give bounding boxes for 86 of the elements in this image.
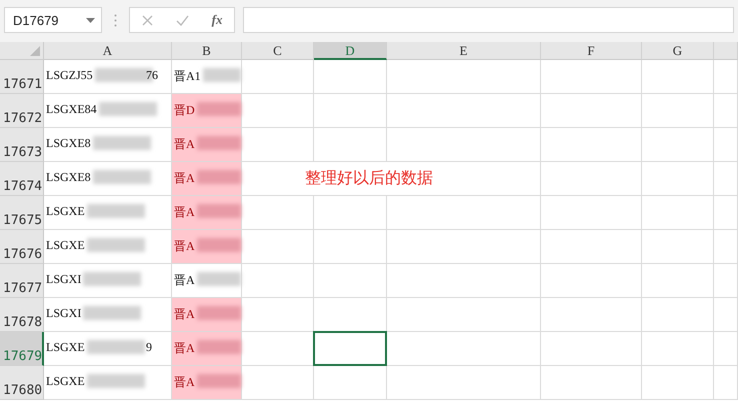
- column-header[interactable]: C: [242, 42, 314, 60]
- row-header[interactable]: 17676: [0, 230, 44, 264]
- caret-icon[interactable]: [86, 18, 95, 22]
- empty-cell: [642, 332, 714, 366]
- select-all-icon[interactable]: [30, 46, 40, 56]
- redaction-blur: [196, 306, 241, 320]
- annotation-text: 整理好以后的数据: [305, 168, 433, 189]
- table-cell: LSGXE8: [46, 136, 91, 151]
- redaction-blur: [196, 204, 241, 218]
- row-header[interactable]: 17673: [0, 128, 44, 162]
- empty-cell: [714, 196, 738, 230]
- empty-cell: [714, 264, 738, 298]
- row-header[interactable]: 17677: [0, 264, 44, 298]
- empty-cell: [642, 162, 714, 196]
- table-cell: 晋A: [174, 306, 195, 323]
- table-cell: 晋A: [174, 170, 195, 187]
- redaction-blur: [86, 204, 145, 218]
- row-header[interactable]: 17674: [0, 162, 44, 196]
- empty-cell: [714, 230, 738, 264]
- column-header[interactable]: [714, 42, 738, 60]
- empty-cell: [642, 196, 714, 230]
- row-header[interactable]: 17675: [0, 196, 44, 230]
- cell-reference: D17679: [13, 12, 59, 28]
- empty-cell: [714, 162, 738, 196]
- redaction-blur: [196, 374, 241, 388]
- redaction-blur: [98, 102, 157, 116]
- row-header[interactable]: 17680: [0, 366, 44, 400]
- table-cell: LSGXE: [46, 340, 85, 355]
- row-header[interactable]: 17671: [0, 60, 44, 94]
- row-header[interactable]: 17672: [0, 94, 44, 128]
- table-cell: 晋A: [174, 340, 195, 357]
- column-header[interactable]: F: [541, 42, 642, 60]
- column-header[interactable]: A: [44, 42, 172, 60]
- column-header[interactable]: B: [172, 42, 242, 60]
- table-cell: 晋A: [174, 238, 195, 255]
- table-cell: 9: [146, 340, 152, 355]
- empty-cell: [714, 298, 738, 332]
- empty-cell: [642, 230, 714, 264]
- table-cell: 晋A1: [174, 68, 201, 85]
- table-cell: LSGXE: [46, 374, 85, 389]
- redaction-blur: [86, 340, 145, 354]
- table-cell: 晋A: [174, 272, 195, 289]
- insert-function-button[interactable]: fx: [212, 12, 222, 28]
- empty-cell: [642, 264, 714, 298]
- redaction-blur: [86, 238, 145, 252]
- table-cell: 晋A: [174, 204, 195, 221]
- table-cell: 晋A: [174, 136, 195, 153]
- table-cell: LSGXE84: [46, 102, 97, 117]
- empty-cell: [714, 332, 738, 366]
- table-cell: 晋A: [174, 374, 195, 391]
- redaction-blur: [196, 136, 241, 150]
- empty-cell: [714, 128, 738, 162]
- redaction-blur: [196, 170, 241, 184]
- redaction-blur: [196, 238, 241, 252]
- redaction-blur: [86, 374, 145, 388]
- table-cell: LSGZJ55: [46, 68, 93, 83]
- redaction-blur: [196, 102, 241, 116]
- redaction-blur: [83, 306, 142, 320]
- table-cell: LSGXE: [46, 204, 85, 219]
- name-box[interactable]: D17679: [4, 7, 102, 33]
- table-cell: 76: [146, 68, 158, 83]
- table-cell: LSGXI: [46, 306, 82, 321]
- empty-cell: [714, 94, 738, 128]
- grip-icon: [114, 14, 117, 26]
- redaction-blur: [92, 170, 151, 184]
- empty-cell: [642, 298, 714, 332]
- column-header[interactable]: D: [314, 42, 387, 60]
- cancel-icon[interactable]: [142, 14, 153, 26]
- empty-cell: [714, 366, 738, 400]
- redaction-blur: [196, 340, 241, 354]
- redaction-blur: [92, 136, 151, 150]
- table-cell: LSGXE8: [46, 170, 91, 185]
- column-header[interactable]: G: [642, 42, 714, 60]
- row-header[interactable]: 17678: [0, 298, 44, 332]
- formula-input[interactable]: [243, 7, 734, 33]
- table-cell: LSGXI: [46, 272, 82, 287]
- empty-cell: [642, 94, 714, 128]
- table-cell: 晋D: [174, 102, 195, 119]
- row-header[interactable]: 17679: [0, 332, 44, 366]
- empty-cell: [642, 128, 714, 162]
- empty-cell: [642, 366, 714, 400]
- redaction-blur: [83, 272, 142, 286]
- empty-cell: [642, 60, 714, 94]
- table-cell: LSGXE: [46, 238, 85, 253]
- check-icon[interactable]: [176, 14, 189, 26]
- column-header[interactable]: E: [387, 42, 541, 60]
